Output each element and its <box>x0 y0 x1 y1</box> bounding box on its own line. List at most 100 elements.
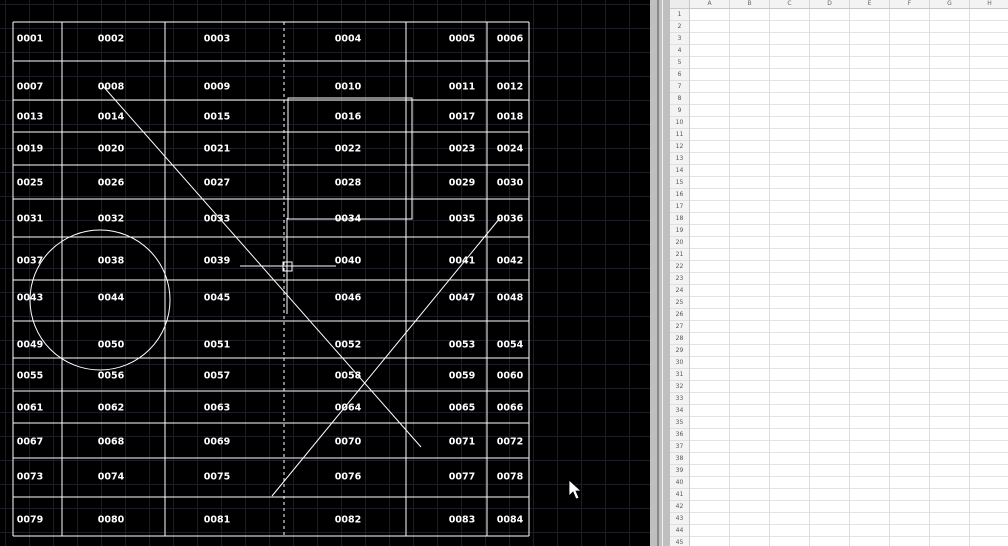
column-header-g[interactable]: G <box>930 0 970 8</box>
cell-label[interactable]: 0032 <box>98 214 124 225</box>
row-header[interactable]: 20 <box>670 237 689 249</box>
cell-label[interactable]: 0080 <box>98 515 125 526</box>
cell-label[interactable]: 0050 <box>98 340 125 351</box>
row-header[interactable]: 39 <box>670 465 689 477</box>
cell-label[interactable]: 0022 <box>335 144 361 155</box>
row-header[interactable]: 25 <box>670 297 689 309</box>
row-header[interactable]: 42 <box>670 501 689 513</box>
cell-label[interactable]: 0072 <box>497 437 523 448</box>
cell-label[interactable]: 0036 <box>497 214 524 225</box>
cell-label[interactable]: 0079 <box>17 515 43 526</box>
cell-label[interactable]: 0013 <box>17 112 43 123</box>
row-header[interactable]: 3 <box>670 33 689 45</box>
cell-label[interactable]: 0028 <box>335 178 362 189</box>
cell-label[interactable]: 0054 <box>497 340 524 351</box>
cad-drawing-canvas[interactable]: 0001 0002 0003 0004 0005 0006 0007 0008 0009 0010… <box>0 0 650 546</box>
row-header[interactable]: 18 <box>670 213 689 225</box>
cell-label[interactable]: 0075 <box>204 472 230 483</box>
cell-label[interactable]: 0065 <box>449 403 475 414</box>
row-header[interactable]: 10 <box>670 117 689 129</box>
cell-label[interactable]: 0058 <box>335 371 362 382</box>
column-header-d[interactable]: D <box>810 0 850 8</box>
cell-label[interactable]: 0030 <box>497 178 524 189</box>
cell-label[interactable]: 0005 <box>449 34 475 45</box>
row-header[interactable]: 38 <box>670 453 689 465</box>
row-header[interactable]: 31 <box>670 369 689 381</box>
cell-label[interactable]: 0004 <box>335 34 362 45</box>
select-all-corner[interactable] <box>670 0 690 8</box>
row-header[interactable]: 45 <box>670 537 689 546</box>
cell-label[interactable]: 0071 <box>449 437 475 448</box>
column-header-b[interactable]: B <box>730 0 770 8</box>
row-header[interactable]: 44 <box>670 525 689 537</box>
cell-label[interactable]: 0062 <box>98 403 124 414</box>
row-header[interactable]: 14 <box>670 165 689 177</box>
cell-label[interactable]: 0063 <box>204 403 230 414</box>
row-header[interactable]: 32 <box>670 381 689 393</box>
spreadsheet-panel[interactable]: ABCDEFGH 1 2 3 4 5 6 7 8 9 10 11 12 13 14 15 16 17 18 19 20… <box>670 0 1008 546</box>
cell-label[interactable]: 0084 <box>497 515 524 526</box>
cell-label[interactable]: 0046 <box>335 293 362 304</box>
cell-label[interactable]: 0042 <box>497 256 523 267</box>
row-header[interactable]: 11 <box>670 129 689 141</box>
cell-label[interactable]: 0077 <box>449 472 475 483</box>
cell-label[interactable]: 0003 <box>204 34 230 45</box>
cell-label[interactable]: 0083 <box>449 515 475 526</box>
cell-label[interactable]: 0057 <box>204 371 230 382</box>
row-header[interactable]: 34 <box>670 405 689 417</box>
cell-label[interactable]: 0067 <box>17 437 43 448</box>
cell-label[interactable]: 0018 <box>497 112 524 123</box>
cell-label[interactable]: 0020 <box>98 144 125 155</box>
column-header-c[interactable]: C <box>770 0 810 8</box>
row-header[interactable]: 1 <box>670 9 689 21</box>
cell-label[interactable]: 0001 <box>17 34 43 45</box>
cell-label[interactable]: 0015 <box>204 112 230 123</box>
cell-label[interactable]: 0068 <box>98 437 125 448</box>
cell-label[interactable]: 0073 <box>17 472 43 483</box>
cell-label[interactable]: 0021 <box>204 144 230 155</box>
cell-label[interactable]: 0059 <box>449 371 475 382</box>
cell-label[interactable]: 0038 <box>98 256 125 267</box>
window-split-divider[interactable] <box>650 0 670 546</box>
cell-label[interactable]: 0026 <box>98 178 125 189</box>
row-header[interactable]: 28 <box>670 333 689 345</box>
row-header[interactable]: 5 <box>670 57 689 69</box>
cell-label[interactable]: 0051 <box>204 340 230 351</box>
row-header[interactable]: 40 <box>670 477 689 489</box>
row-header[interactable]: 37 <box>670 441 689 453</box>
row-header[interactable]: 19 <box>670 225 689 237</box>
cell-label[interactable]: 0006 <box>497 34 524 45</box>
row-header[interactable]: 29 <box>670 345 689 357</box>
row-header[interactable]: 23 <box>670 273 689 285</box>
spreadsheet-cell-grid[interactable] <box>690 9 1008 546</box>
cell-label[interactable]: 0007 <box>17 82 43 93</box>
cell-label[interactable]: 0044 <box>98 293 125 304</box>
cell-label[interactable]: 0039 <box>204 256 230 267</box>
row-header[interactable]: 9 <box>670 105 689 117</box>
cell-label[interactable]: 0045 <box>204 293 230 304</box>
cell-label[interactable]: 0061 <box>17 403 43 414</box>
cell-label[interactable]: 0029 <box>449 178 475 189</box>
cell-label[interactable]: 0082 <box>335 515 361 526</box>
cell-label[interactable]: 0031 <box>17 214 43 225</box>
cell-label[interactable]: 0008 <box>98 82 125 93</box>
row-header[interactable]: 13 <box>670 153 689 165</box>
cell-label[interactable]: 0047 <box>449 293 475 304</box>
cell-label[interactable]: 0019 <box>17 144 43 155</box>
cell-label[interactable]: 0011 <box>449 82 475 93</box>
cell-label[interactable]: 0081 <box>204 515 230 526</box>
cell-label[interactable]: 0010 <box>335 82 362 93</box>
column-header-f[interactable]: F <box>890 0 930 8</box>
cell-label[interactable]: 0070 <box>335 437 362 448</box>
row-header[interactable]: 43 <box>670 513 689 525</box>
cell-label[interactable]: 0027 <box>204 178 230 189</box>
cell-label[interactable]: 0025 <box>17 178 43 189</box>
cell-label[interactable]: 0074 <box>98 472 125 483</box>
cad-drawing[interactable]: 0001 0002 0003 0004 0005 0006 0007 0008 0009 0010… <box>0 0 650 546</box>
cell-label[interactable]: 0078 <box>497 472 524 483</box>
row-header[interactable]: 17 <box>670 201 689 213</box>
cell-label[interactable]: 0002 <box>98 34 124 45</box>
row-header[interactable]: 24 <box>670 285 689 297</box>
row-header[interactable]: 26 <box>670 309 689 321</box>
cell-label[interactable]: 0035 <box>449 214 475 225</box>
